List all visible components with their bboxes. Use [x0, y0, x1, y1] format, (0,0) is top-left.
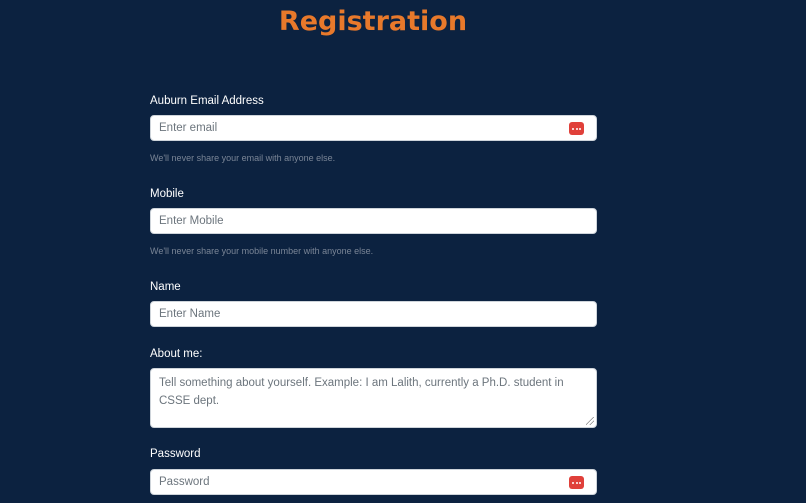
name-field[interactable] [151, 302, 559, 326]
password-manager-icon[interactable] [569, 122, 584, 135]
email-field[interactable] [151, 116, 559, 140]
email-help-text: We'll never share your email with anyone… [150, 153, 336, 163]
about-field-box [150, 368, 597, 428]
about-textarea[interactable] [151, 369, 581, 421]
password-label: Password [150, 448, 201, 460]
resize-handle-icon[interactable] [586, 417, 594, 425]
email-label: Auburn Email Address [150, 95, 264, 107]
email-field-box [150, 115, 597, 141]
password-manager-icon[interactable] [569, 476, 584, 489]
mobile-label: Mobile [150, 188, 184, 200]
about-label: About me: [150, 348, 203, 360]
password-field-box [150, 469, 597, 495]
mobile-help-text: We'll never share your mobile number wit… [150, 246, 374, 256]
mobile-field[interactable] [151, 209, 559, 233]
name-label: Name [150, 281, 181, 293]
password-field[interactable] [151, 470, 559, 494]
mobile-field-box [150, 208, 597, 234]
page-title: Registration [278, 6, 468, 37]
name-field-box [150, 301, 597, 327]
